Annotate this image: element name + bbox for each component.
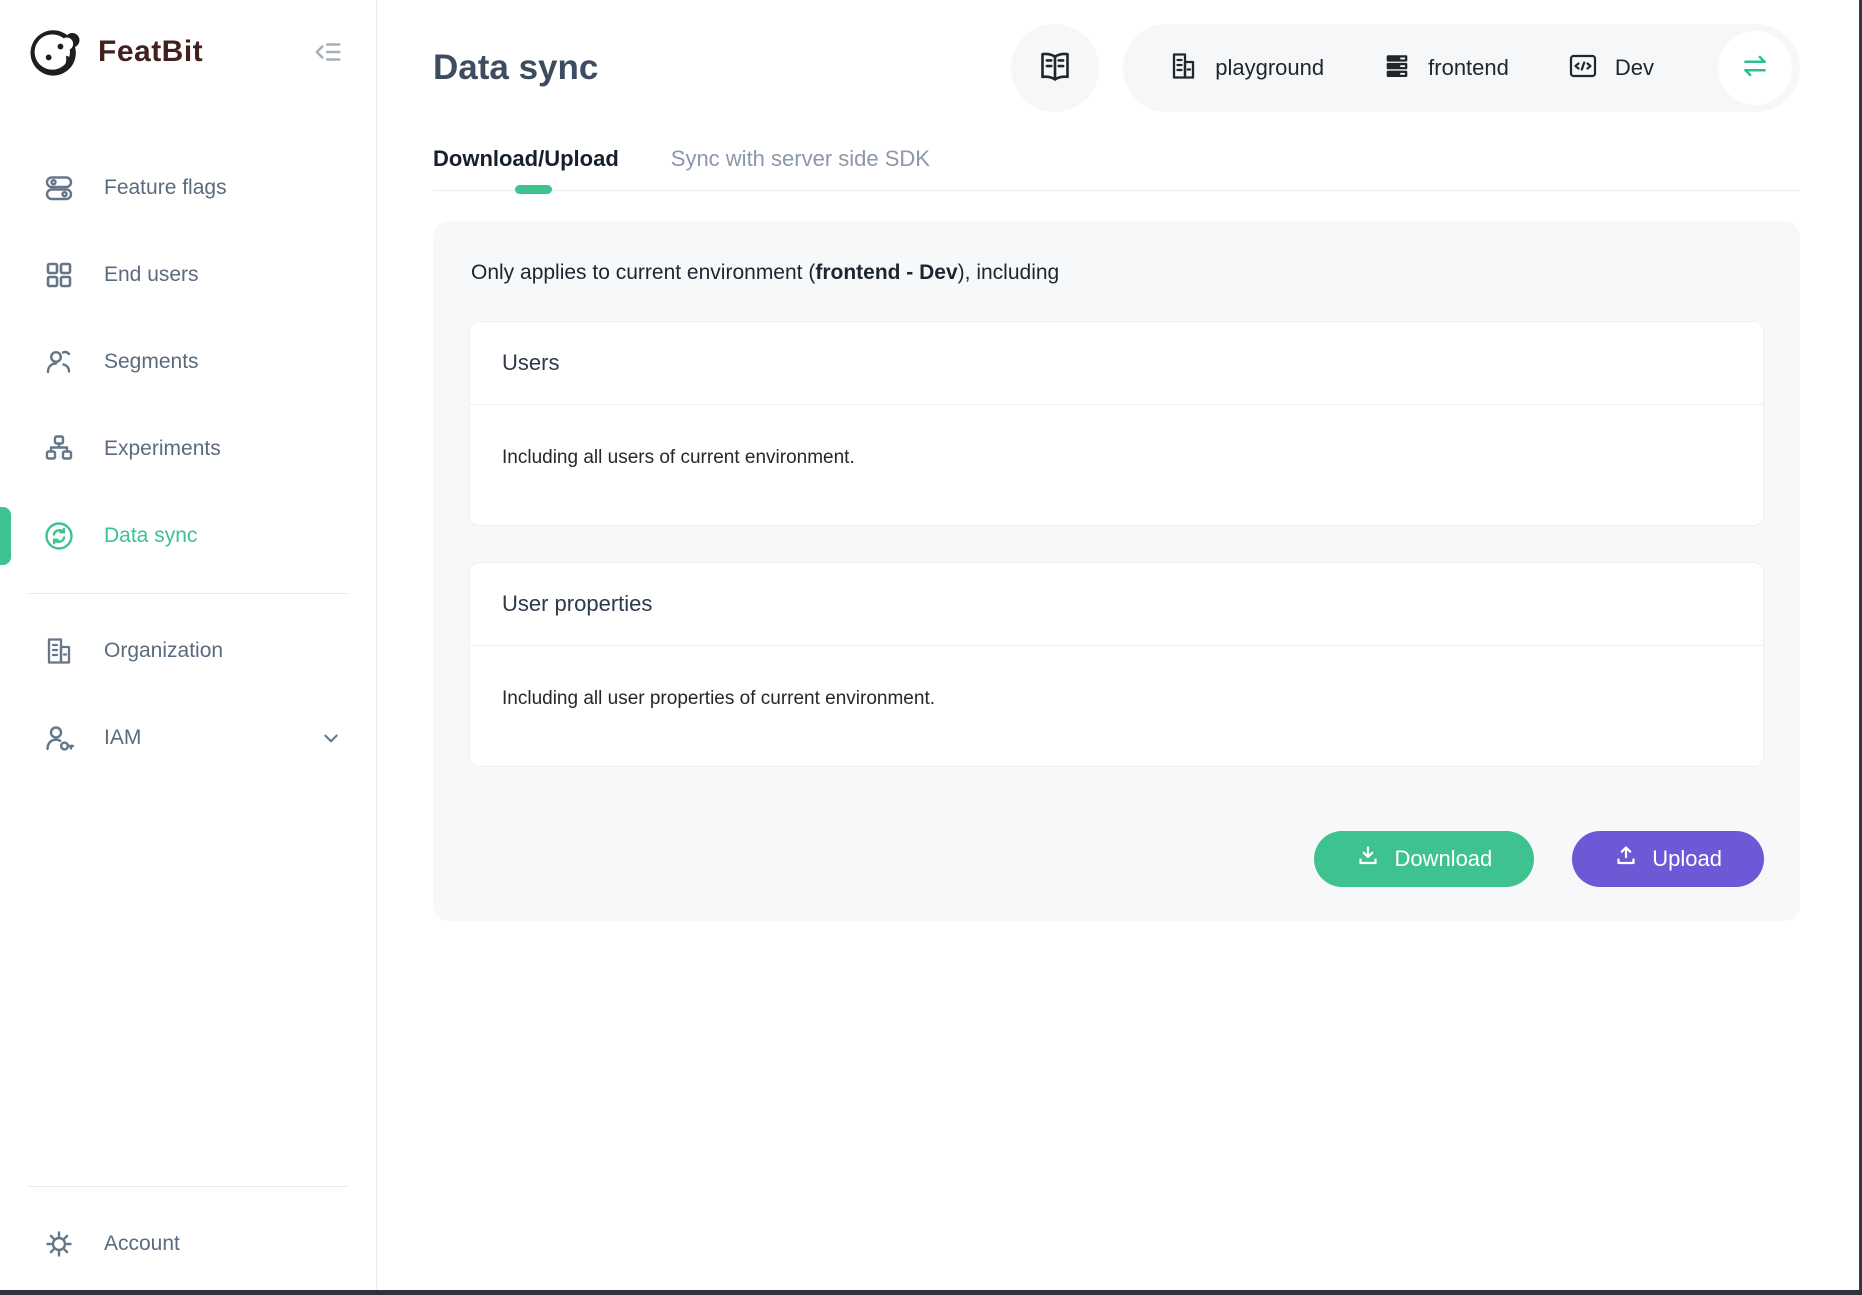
sidebar-item-data-sync[interactable]: Data sync: [0, 492, 376, 579]
grid-icon: [42, 258, 76, 292]
environment-notice-bold: frontend - Dev: [815, 261, 957, 284]
building-icon: [1167, 50, 1199, 87]
upload-icon: [1614, 844, 1638, 874]
environment-notice: Only applies to current environment (fro…: [471, 261, 1764, 285]
user-segments-icon: [42, 345, 76, 379]
user-properties-card-title: User properties: [470, 563, 1763, 646]
download-icon: [1356, 844, 1380, 874]
main-content: Data sync: [378, 0, 1862, 1295]
tab-bar: Download/Upload Sync with server side SD…: [433, 146, 1800, 191]
gear-icon: [42, 1227, 76, 1261]
header-controls: playground: [1011, 24, 1800, 112]
chevron-down-icon[interactable]: [318, 725, 344, 751]
sidebar-item-organization[interactable]: Organization: [0, 607, 376, 694]
switch-environment-button[interactable]: [1718, 31, 1792, 105]
sidebar-item-label: Experiments: [104, 437, 221, 461]
building-icon: [42, 634, 76, 668]
sidebar: FeatBit Feature flags: [0, 0, 377, 1295]
sidebar-item-feature-flags[interactable]: Feature flags: [0, 144, 376, 231]
page-title: Data sync: [433, 48, 598, 88]
environment-selector: playground: [1123, 24, 1800, 112]
data-sync-panel: Only applies to current environment (fro…: [433, 221, 1800, 921]
active-tab-indicator: [515, 185, 552, 194]
sidebar-item-label: Account: [104, 1232, 180, 1256]
sidebar-item-label: Segments: [104, 350, 199, 374]
sidebar-item-experiments[interactable]: Experiments: [0, 405, 376, 492]
tab-download-upload[interactable]: Download/Upload: [433, 146, 619, 172]
sidebar-item-label: Organization: [104, 639, 223, 663]
sidebar-item-iam[interactable]: IAM: [0, 694, 376, 781]
active-indicator: [0, 507, 11, 565]
environment-selector-item[interactable]: Dev: [1567, 50, 1654, 87]
organization-name: playground: [1215, 55, 1324, 81]
documentation-button[interactable]: [1011, 24, 1099, 112]
sitemap-icon: [42, 432, 76, 466]
book-icon: [1035, 46, 1075, 91]
sidebar-item-label: Data sync: [104, 524, 197, 548]
sidebar-divider: [28, 593, 348, 594]
upload-button-label: Upload: [1652, 846, 1722, 872]
page-header: Data sync: [433, 24, 1800, 112]
sidebar-item-label: Feature flags: [104, 176, 227, 200]
download-button[interactable]: Download: [1314, 831, 1534, 887]
user-properties-card: User properties Including all user prope…: [469, 562, 1764, 767]
sidebar-item-label: End users: [104, 263, 199, 287]
sidebar-divider: [28, 1186, 348, 1187]
sidebar-item-segments[interactable]: Segments: [0, 318, 376, 405]
swap-arrows-icon: [1738, 49, 1772, 88]
organization-selector[interactable]: playground: [1167, 50, 1324, 87]
logo-row: FeatBit: [0, 0, 376, 104]
sidebar-item-account[interactable]: Account: [0, 1200, 376, 1287]
action-buttons: Download Upload: [469, 831, 1764, 887]
sidebar-item-end-users[interactable]: End users: [0, 231, 376, 318]
download-button-label: Download: [1394, 846, 1492, 872]
project-name: frontend: [1428, 55, 1509, 81]
toggles-icon: [42, 171, 76, 205]
code-window-icon: [1567, 50, 1599, 87]
brand-name: FeatBit: [98, 35, 312, 69]
project-selector[interactable]: frontend: [1382, 51, 1509, 86]
stack-icon: [1382, 51, 1412, 86]
users-card: Users Including all users of current env…: [469, 321, 1764, 526]
environment-name: Dev: [1615, 55, 1654, 81]
featbit-logo-icon: [26, 23, 84, 81]
users-card-description: Including all users of current environme…: [470, 405, 1763, 525]
sidebar-nav: Feature flags End users: [0, 144, 376, 781]
user-key-icon: [42, 721, 76, 755]
upload-button[interactable]: Upload: [1572, 831, 1764, 887]
tab-sync-sdk[interactable]: Sync with server side SDK: [671, 146, 930, 172]
user-properties-card-description: Including all user properties of current…: [470, 646, 1763, 766]
window-edge-bottom: [0, 1290, 1862, 1295]
menu-fold-icon[interactable]: [312, 35, 346, 69]
users-card-title: Users: [470, 322, 1763, 405]
sync-icon: [42, 519, 76, 553]
sidebar-item-label: IAM: [104, 726, 141, 750]
